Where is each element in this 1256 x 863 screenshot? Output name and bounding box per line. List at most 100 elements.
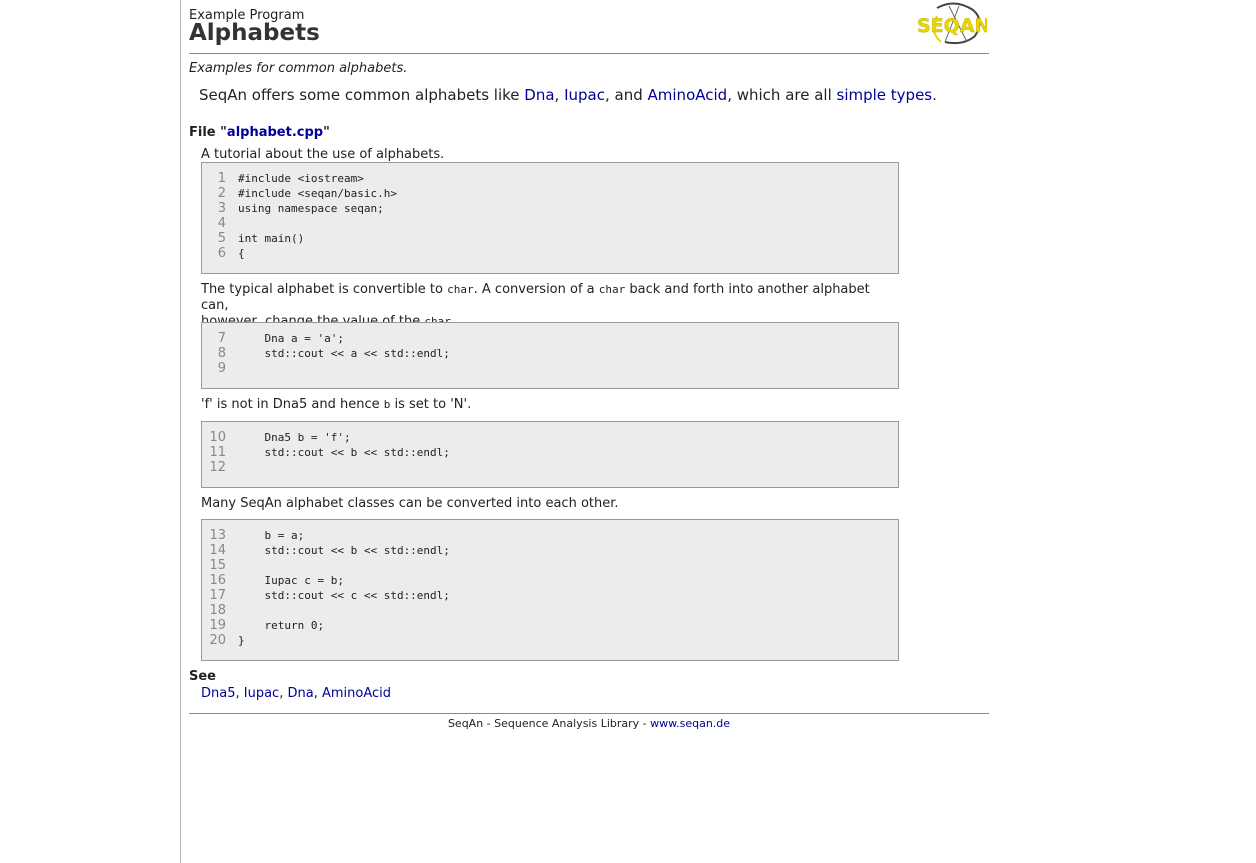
footer-link[interactable]: www.seqan.de bbox=[650, 717, 730, 730]
code-line: 16 Iupac c = b; bbox=[202, 573, 898, 588]
code-line: 14 std::cout << b << std::endl; bbox=[202, 543, 898, 558]
page-header: Example Program Alphabets SEQAN bbox=[189, 0, 991, 54]
line-number: 15 bbox=[209, 558, 226, 573]
code-text: return 0; bbox=[238, 619, 325, 632]
code-line: 15 bbox=[202, 558, 898, 573]
code-block: 7 Dna a = 'a'; 8 std::cout << a << std::e… bbox=[201, 322, 899, 389]
line-number: 3 bbox=[217, 201, 226, 216]
code-text: std::cout << a << std::endl; bbox=[238, 347, 450, 360]
link-dna[interactable]: Dna bbox=[524, 86, 554, 104]
see-also-title: See bbox=[189, 669, 216, 684]
code-block: 10 Dna5 b = 'f'; 11 std::cout << b << std… bbox=[201, 421, 899, 488]
code-text: std::cout << c << std::endl; bbox=[238, 589, 450, 602]
code-line: 10 Dna5 b = 'f'; bbox=[202, 430, 898, 445]
line-number: 10 bbox=[209, 430, 226, 445]
left-border-rule bbox=[180, 0, 181, 863]
code-block: 1 #include <iostream> 2 #include <seqan/bas… bbox=[201, 162, 899, 274]
code-line: 8 std::cout << a << std::endl; bbox=[202, 346, 898, 361]
code-line: 19 return 0; bbox=[202, 618, 898, 633]
code-text: Dna a = 'a'; bbox=[238, 332, 344, 345]
page-content: Example Program Alphabets SEQAN Examples… bbox=[189, 0, 991, 730]
line-number: 6 bbox=[217, 246, 226, 261]
code-text: b = a; bbox=[238, 529, 305, 542]
line-number: 8 bbox=[217, 346, 226, 361]
see-link-dna[interactable]: Dna bbox=[287, 686, 313, 701]
footer-rule bbox=[189, 713, 989, 714]
line-number: 9 bbox=[217, 361, 226, 376]
page-subtitle: Examples for common alphabets. bbox=[189, 61, 408, 76]
code-block: 13 b = a; 14 std::cout << b << std::endl;… bbox=[201, 519, 899, 661]
intro-paragraph: SeqAn offers some common alphabets like … bbox=[199, 86, 937, 104]
line-number: 1 bbox=[217, 171, 226, 186]
intro-text: , bbox=[554, 86, 565, 104]
section-description: A tutorial about the use of alphabets. bbox=[201, 147, 445, 162]
inline-code: char bbox=[447, 283, 474, 296]
description-text: 'f' is not in Dna5 and hence bbox=[201, 397, 384, 412]
see-link-aminoacid[interactable]: AminoAcid bbox=[322, 686, 391, 701]
code-line: 20} bbox=[202, 633, 898, 648]
line-number: 19 bbox=[209, 618, 226, 633]
line-number: 11 bbox=[209, 445, 226, 460]
line-number: 14 bbox=[209, 543, 226, 558]
code-text: #include <seqan/basic.h> bbox=[238, 187, 397, 200]
code-text: Iupac c = b; bbox=[238, 574, 344, 587]
file-heading: File "alphabet.cpp" bbox=[189, 125, 330, 140]
file-label: File " bbox=[189, 125, 227, 140]
code-text: using namespace seqan; bbox=[238, 202, 384, 215]
code-text: std::cout << b << std::endl; bbox=[238, 544, 450, 557]
line-number: 20 bbox=[209, 633, 226, 648]
code-text: std::cout << b << std::endl; bbox=[238, 446, 450, 459]
section-description: Many SeqAn alphabet classes can be conve… bbox=[201, 496, 619, 511]
code-text: #include <iostream> bbox=[238, 172, 364, 185]
code-line: 6{ bbox=[202, 246, 898, 261]
code-line: 4 bbox=[202, 216, 898, 231]
code-line: 1 #include <iostream> bbox=[202, 171, 898, 186]
line-number: 18 bbox=[209, 603, 226, 618]
code-line: 12 bbox=[202, 460, 898, 475]
code-line: 7 Dna a = 'a'; bbox=[202, 331, 898, 346]
page-footer: SeqAn - Sequence Analysis Library - www.… bbox=[189, 717, 989, 730]
seqan-logo[interactable]: SEQAN bbox=[915, 2, 991, 46]
code-text: Dna5 b = 'f'; bbox=[238, 431, 351, 444]
see-link-dna5[interactable]: Dna5 bbox=[201, 686, 236, 701]
intro-text: , which are all bbox=[727, 86, 837, 104]
code-line: 9 bbox=[202, 361, 898, 376]
logo-text: SEQAN bbox=[917, 15, 987, 37]
description-text: . A conversion of a bbox=[473, 282, 599, 297]
code-text: { bbox=[238, 247, 245, 260]
description-text: The typical alphabet is convertible to bbox=[201, 282, 448, 297]
code-line: 2 #include <seqan/basic.h> bbox=[202, 186, 898, 201]
code-text: int main() bbox=[238, 232, 305, 245]
footer-text: SeqAn - Sequence Analysis Library - bbox=[447, 717, 651, 730]
see-also-links: Dna5, Iupac, Dna, AminoAcid bbox=[201, 686, 391, 701]
inline-code: char bbox=[598, 283, 626, 296]
code-text: } bbox=[238, 634, 245, 647]
link-iupac[interactable]: Iupac bbox=[564, 86, 605, 104]
page-title: Alphabets bbox=[189, 20, 320, 46]
section-description: 'f' is not in Dna5 and hence b is set to… bbox=[201, 397, 901, 413]
line-number: 12 bbox=[209, 460, 226, 475]
see-separator: , bbox=[235, 686, 244, 701]
intro-text: SeqAn offers some common alphabets like bbox=[199, 86, 525, 104]
line-number: 2 bbox=[217, 186, 226, 201]
see-link-iupac[interactable]: Iupac bbox=[244, 686, 279, 701]
file-link[interactable]: alphabet.cpp bbox=[227, 125, 323, 140]
code-line: 3 using namespace seqan; bbox=[202, 201, 898, 216]
line-number: 17 bbox=[209, 588, 226, 603]
line-number: 5 bbox=[217, 231, 226, 246]
code-line: 5 int main() bbox=[202, 231, 898, 246]
description-text: is set to 'N'. bbox=[390, 397, 472, 412]
code-line: 13 b = a; bbox=[202, 528, 898, 543]
link-simple-types[interactable]: simple types bbox=[837, 86, 933, 104]
line-number: 4 bbox=[217, 216, 226, 231]
line-number: 13 bbox=[209, 528, 226, 543]
link-aminoacid[interactable]: AminoAcid bbox=[648, 86, 728, 104]
code-line: 11 std::cout << b << std::endl; bbox=[202, 445, 898, 460]
intro-text: . bbox=[932, 86, 937, 104]
code-line: 17 std::cout << c << std::endl; bbox=[202, 588, 898, 603]
line-number: 16 bbox=[209, 573, 226, 588]
code-line: 18 bbox=[202, 603, 898, 618]
see-separator: , bbox=[313, 686, 322, 701]
line-number: 7 bbox=[217, 331, 226, 346]
file-label: " bbox=[323, 125, 330, 140]
